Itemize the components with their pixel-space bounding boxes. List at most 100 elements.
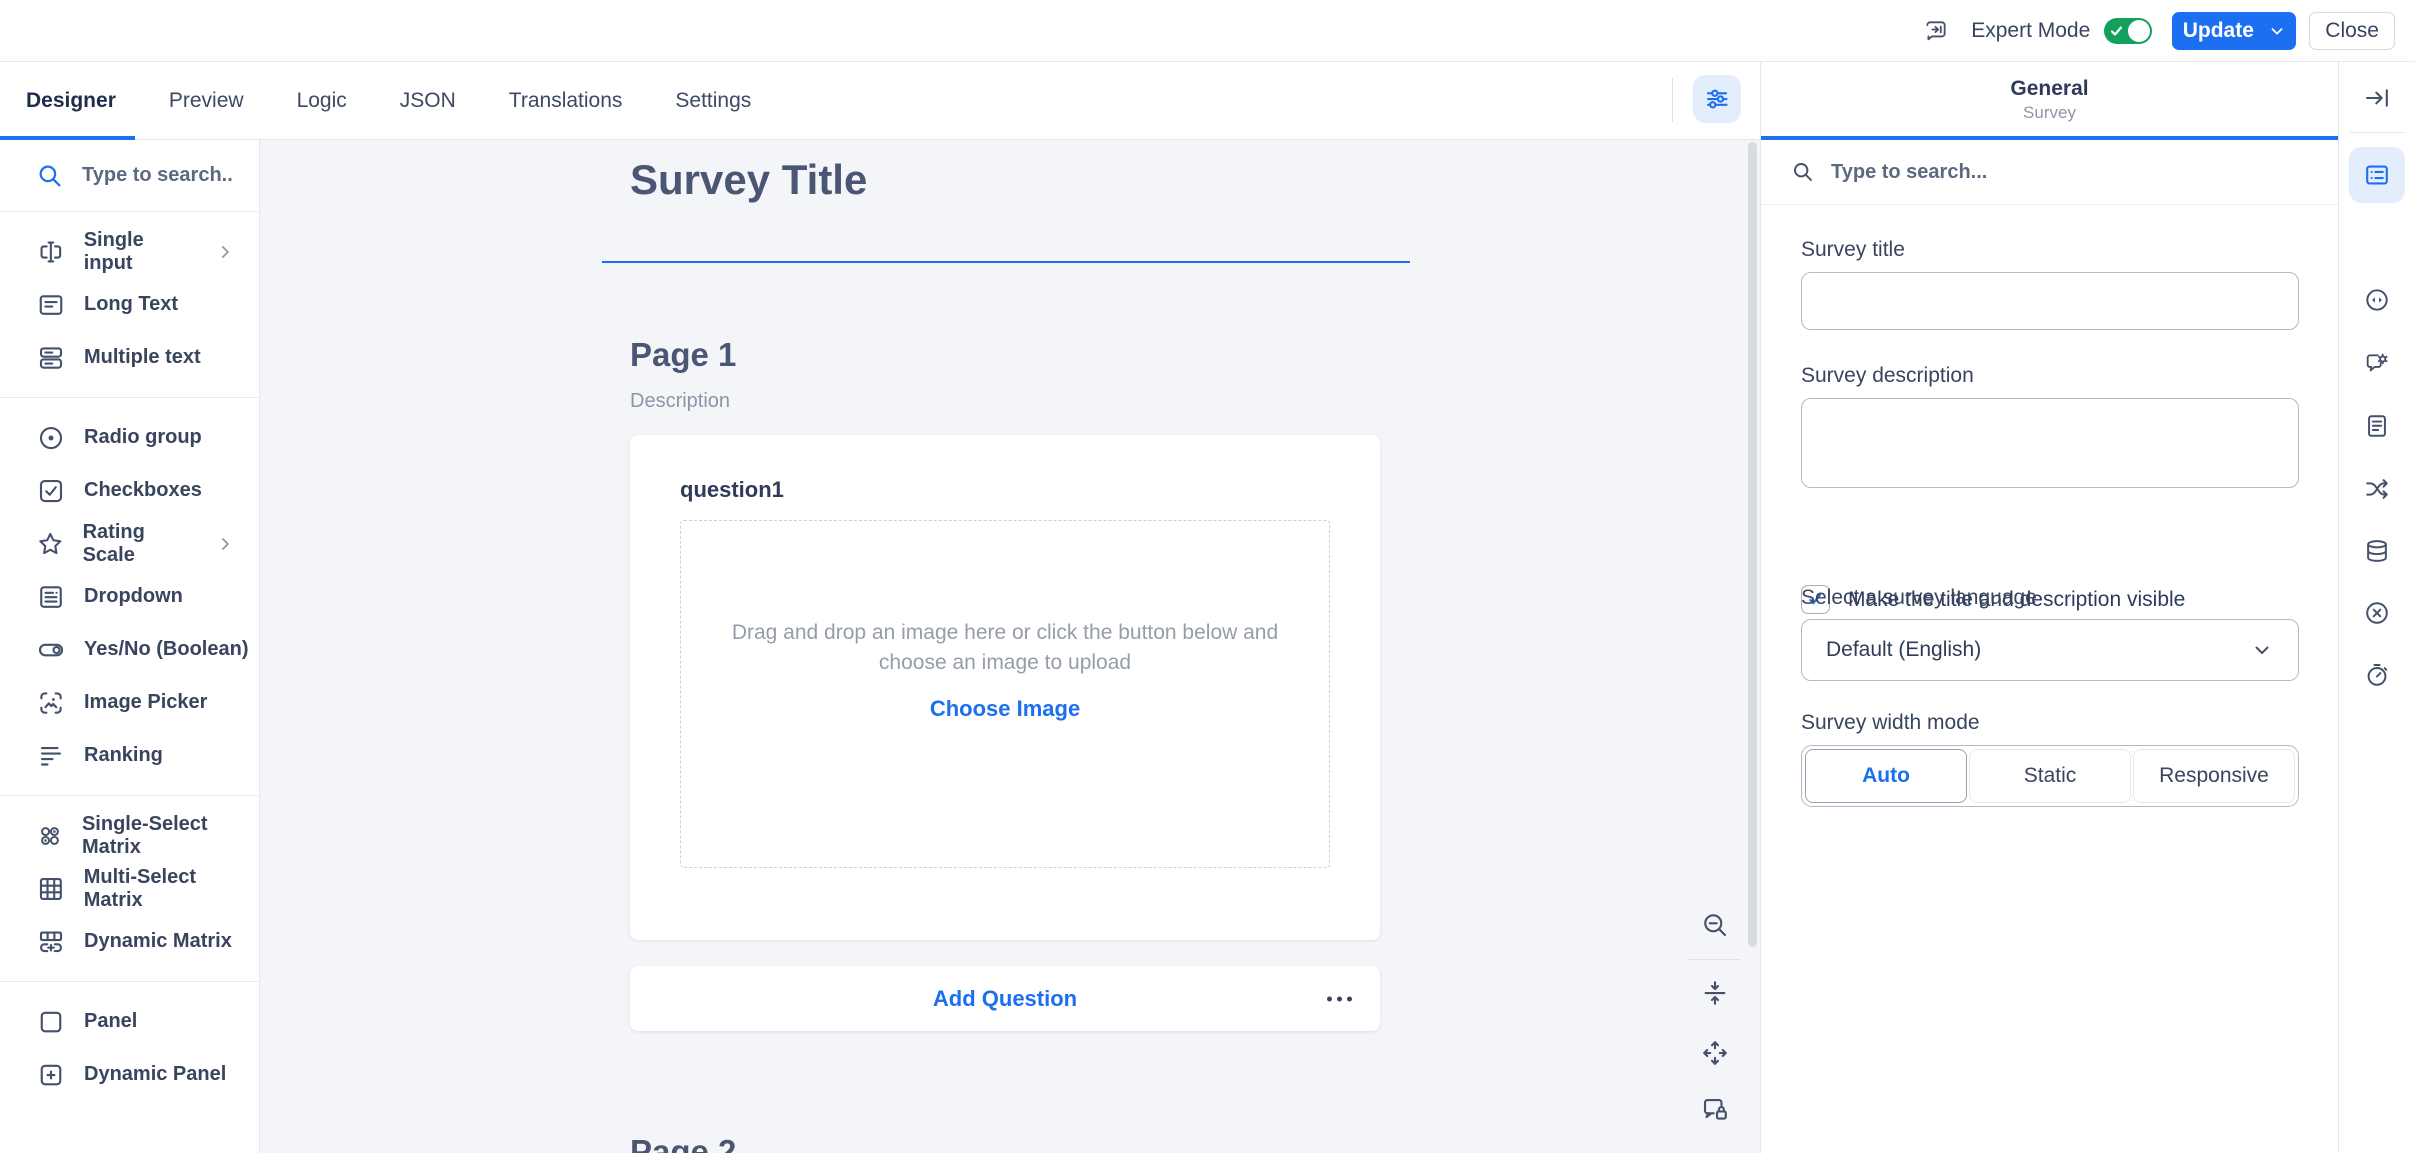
survey-title-label: Survey title [1801, 238, 1905, 262]
property-panel: General Survey Survey title Survey descr… [1760, 62, 2338, 1153]
category-general-button[interactable] [2349, 147, 2405, 203]
toolbox-item-label: Multi-Select Matrix [84, 866, 259, 912]
toolbox-item-label: Panel [84, 1010, 137, 1033]
image-dropzone[interactable]: Drag and drop an image here or click the… [680, 520, 1330, 868]
pages-icon [2363, 412, 2391, 440]
survey-title-input[interactable] [1801, 272, 2299, 330]
canvas-scrollbar[interactable] [1748, 142, 1757, 947]
general-icon [2363, 161, 2391, 189]
toolbox-item-radio-group[interactable]: Radio group [0, 411, 259, 464]
image-picker-icon [36, 688, 66, 718]
toolbox-item-label: Multiple text [84, 346, 201, 369]
category-timer-button[interactable] [2363, 661, 2391, 694]
language-select[interactable]: Default (English) [1801, 619, 2299, 681]
category-data-button[interactable] [2363, 537, 2391, 570]
dropzone-text-line2: choose an image to upload [705, 648, 1305, 678]
toolbox-search-input[interactable] [82, 164, 232, 187]
divider [1672, 78, 1673, 122]
toolbox-search [0, 140, 259, 212]
tab-logic[interactable]: Logic [297, 89, 347, 113]
expert-mode-toggle[interactable] [2104, 18, 2152, 44]
toolbox-item-dynamic-matrix[interactable]: Dynamic Matrix [0, 915, 259, 968]
toolbox-item-label: Radio group [84, 426, 202, 449]
width-mode-static[interactable]: Static [1969, 749, 2131, 803]
more-options-icon[interactable] [1327, 996, 1352, 1001]
width-mode-responsive[interactable]: Responsive [2133, 749, 2295, 803]
multi-select-matrix-icon [36, 874, 66, 904]
toolbox-item-dynamic-panel[interactable]: Dynamic Panel [0, 1048, 259, 1101]
zoom-out-icon [1700, 910, 1730, 940]
toolbox-item-dropdown[interactable]: Dropdown [0, 570, 259, 623]
language-select-value: Default (English) [1826, 638, 1981, 662]
property-search-input[interactable] [1831, 161, 2231, 184]
chevron-right-icon [215, 534, 235, 554]
add-question-button[interactable]: Add Question [933, 986, 1077, 1012]
toolbox-group: Radio group Checkboxes Rating Scale [0, 398, 259, 795]
toolbox-item-checkboxes[interactable]: Checkboxes [0, 464, 259, 517]
language-label: Select a survey language [1801, 586, 2037, 610]
tab-preview[interactable]: Preview [169, 89, 244, 113]
toolbox-item-single-select-matrix[interactable]: Single-Select Matrix [0, 809, 259, 862]
add-question-bar: Add Question [630, 966, 1380, 1031]
page1-title[interactable]: Page 1 [630, 336, 736, 374]
question-name[interactable]: question1 [680, 477, 784, 503]
category-logic-button[interactable] [2363, 475, 2391, 508]
fit-page-button[interactable] [1700, 978, 1730, 1013]
search-icon [36, 162, 64, 190]
category-validation-button[interactable] [2363, 599, 2391, 632]
single-select-matrix-icon [36, 821, 64, 851]
question-card[interactable]: question1 Drag and drop an image here or… [630, 435, 1380, 940]
toolbox-item-label: Image Picker [84, 691, 207, 714]
chevron-down-icon [2250, 638, 2274, 662]
category-pages-button[interactable] [2363, 412, 2391, 445]
collapse-panel-button[interactable] [2363, 84, 2391, 117]
page1-description[interactable]: Description [630, 390, 730, 413]
tab-settings[interactable]: Settings [675, 89, 751, 113]
design-canvas: Survey Title Page 1 Description question… [260, 140, 1760, 1153]
update-button-label: Update [2183, 19, 2254, 43]
choose-image-button[interactable]: Choose Image [930, 696, 1080, 722]
tab-json[interactable]: JSON [400, 89, 456, 113]
dynamic-panel-icon [36, 1060, 66, 1090]
survey-description-input[interactable] [1801, 398, 2299, 488]
toolbox-item-multi-select-matrix[interactable]: Multi-Select Matrix [0, 862, 259, 915]
toolbox-item-ranking[interactable]: Ranking [0, 729, 259, 782]
toolbox-group: Single-Select Matrix Multi-Select Matrix… [0, 796, 259, 981]
toolbox-item-label: Checkboxes [84, 479, 202, 502]
toolbox-item-image-picker[interactable]: Image Picker [0, 676, 259, 729]
zoom-out-button[interactable] [1700, 910, 1730, 945]
toolbox-item-label: Dropdown [84, 585, 183, 608]
tab-translations[interactable]: Translations [509, 89, 623, 113]
search-icon [1791, 160, 1815, 184]
category-navigation-button[interactable] [2363, 286, 2391, 319]
question-settings-button[interactable] [2363, 349, 2391, 382]
expert-mode-label: Expert Mode [1971, 19, 2090, 43]
tab-designer[interactable]: Designer [26, 89, 116, 113]
property-category-strip [2338, 62, 2415, 1153]
toolbox-item-panel[interactable]: Panel [0, 995, 259, 1048]
update-button[interactable]: Update [2172, 12, 2296, 50]
toolbox-item-rating-scale[interactable]: Rating Scale [0, 517, 259, 570]
toolbox-item-boolean[interactable]: Yes/No (Boolean) [0, 623, 259, 676]
expand-canvas-button[interactable] [1700, 1038, 1730, 1073]
boolean-toggle-icon [36, 635, 66, 665]
property-category-title: General [1761, 77, 2338, 101]
collapse-panel-icon [2363, 84, 2391, 112]
width-mode-label: Survey width mode [1801, 711, 1980, 735]
settings-sliders-button[interactable] [1693, 75, 1741, 123]
feedback-icon[interactable] [1923, 18, 1949, 44]
lock-questions-button[interactable] [1700, 1094, 1730, 1129]
toolbox-item-single-input[interactable]: Single input [0, 225, 259, 278]
survey-header-divider [602, 261, 1410, 263]
toolbox-item-long-text[interactable]: Long Text [0, 278, 259, 331]
dropzone-text-line1: Drag and drop an image here or click the… [705, 618, 1305, 648]
survey-title[interactable]: Survey Title [630, 156, 867, 204]
toolbox-item-label: Single-Select Matrix [82, 813, 259, 859]
page2-title[interactable]: Page 2 [630, 1133, 736, 1153]
logic-icon [2363, 475, 2391, 503]
close-button[interactable]: Close [2309, 12, 2395, 50]
width-mode-auto[interactable]: Auto [1805, 749, 1967, 803]
divider [1688, 959, 1740, 960]
toolbox-item-multiple-text[interactable]: Multiple text [0, 331, 259, 384]
dropdown-icon [36, 582, 66, 612]
